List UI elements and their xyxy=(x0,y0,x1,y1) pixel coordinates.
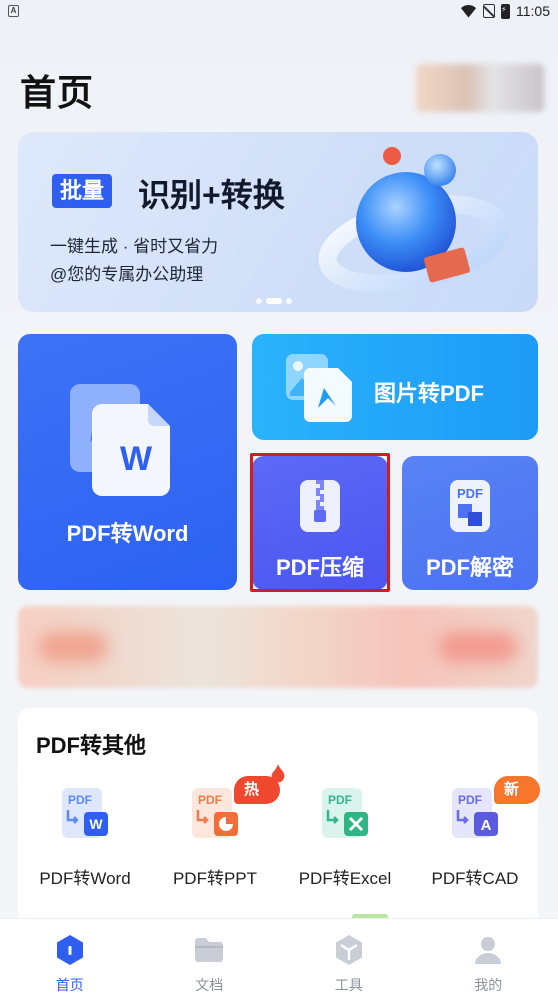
banner-subtitle-2: @您的专属办公助理 xyxy=(50,265,204,284)
pdf-to-excel-icon: PDF xyxy=(322,788,368,838)
tool-label: PDF转CAD xyxy=(431,869,519,888)
pdf-unlock-icon: PDF xyxy=(450,480,490,532)
pdf-icon-text: PDF xyxy=(68,793,92,807)
folder-icon xyxy=(195,938,224,962)
nav-item-home[interactable]: 首页 xyxy=(0,919,140,997)
pdf-word-document-icon: W xyxy=(70,384,170,496)
image-to-pdf-card[interactable]: 图片转PDF xyxy=(252,334,538,440)
pdf-compress-label: PDF压缩 xyxy=(275,555,364,580)
banner-tag: 批量 xyxy=(52,174,113,208)
status-time: 11:05 xyxy=(516,3,550,19)
nav-label-me: 我的 xyxy=(474,977,503,993)
tool-label: PDF转PPT xyxy=(172,869,258,888)
tool-label: PDF转Word xyxy=(39,869,131,888)
banner-pagination xyxy=(256,298,292,304)
new-badge: 新品 xyxy=(494,776,540,826)
pdf-convert-other-panel: PDF转其他 PDF W PDF转Word PDF 热门 PDF转PPT PDF… xyxy=(18,708,540,948)
home-hexagon-icon xyxy=(56,935,83,965)
nav-label-docs: 文档 xyxy=(195,977,224,993)
svg-text:W: W xyxy=(120,440,153,478)
wifi-icon xyxy=(460,5,477,18)
user-icon xyxy=(475,937,502,964)
pagination-dot[interactable] xyxy=(256,298,262,304)
pagination-dot-active[interactable] xyxy=(266,298,282,304)
section-title: PDF转其他 xyxy=(36,733,147,758)
sphere-illustration-icon xyxy=(318,147,510,293)
image-pdf-icon xyxy=(286,354,352,422)
tool-label: PDF转Excel xyxy=(298,869,392,888)
pdf-icon-text: PDF xyxy=(457,486,483,501)
nav-label-home: 首页 xyxy=(55,977,84,993)
tool-pdf-to-cad[interactable]: PDF A 新品 PDF转CAD xyxy=(410,776,540,900)
blurred-header-widget[interactable] xyxy=(416,64,544,112)
banner-title: 识别+转换 xyxy=(138,177,285,213)
tool-pdf-to-word[interactable]: PDF W PDF转Word xyxy=(20,780,150,900)
battery-charging-icon xyxy=(501,3,510,19)
pdf-to-ppt-icon: PDF xyxy=(192,788,238,838)
pdf-to-word-icon: PDF W xyxy=(62,788,108,838)
cube-icon xyxy=(335,935,362,965)
status-icons: 11:05 xyxy=(460,3,550,19)
pdf-compress-card[interactable]: PDF压缩 xyxy=(252,456,388,590)
pdf-icon-text: PDF xyxy=(198,793,222,807)
status-bar: A 11:05 xyxy=(0,0,558,24)
pdf-decrypt-card[interactable]: PDF PDF解密 xyxy=(402,456,538,590)
svg-text:A: A xyxy=(481,817,492,834)
pdf-to-word-card[interactable]: W PDF转Word xyxy=(18,334,237,590)
blurred-ad-banner[interactable] xyxy=(18,606,538,688)
pdf-to-cad-icon: PDF A xyxy=(452,788,498,838)
tool-pdf-to-excel[interactable]: PDF PDF转Excel xyxy=(280,780,410,900)
tool-pdf-to-ppt[interactable]: PDF 热门 PDF转PPT xyxy=(150,764,285,900)
nav-item-me[interactable]: 我的 xyxy=(419,919,558,997)
pdf-icon-text: PDF xyxy=(458,793,482,807)
nav-label-tools: 工具 xyxy=(334,977,363,993)
bottom-nav: 首页 文档 工具 我的 xyxy=(0,918,558,997)
sim-off-icon xyxy=(483,4,495,18)
image-to-pdf-label: 图片转PDF xyxy=(374,381,485,406)
nav-item-tools[interactable]: 工具 xyxy=(279,919,419,997)
banner-subtitle: 一键生成 · 省时又省力 xyxy=(50,237,219,256)
pagination-dot[interactable] xyxy=(286,298,292,304)
svg-text:W: W xyxy=(89,816,103,832)
app-notification-icon: A xyxy=(8,5,19,17)
pdf-icon-text: PDF xyxy=(328,793,352,807)
promo-banner[interactable]: 批量 识别+转换 一键生成 · 省时又省力 @您的专属办公助理 xyxy=(18,132,538,312)
pdf-to-word-label: PDF转Word xyxy=(66,521,189,546)
pdf-decrypt-label: PDF解密 xyxy=(425,555,514,580)
nav-item-docs[interactable]: 文档 xyxy=(140,919,280,997)
page-title: 首页 xyxy=(20,72,95,113)
zip-file-icon xyxy=(300,480,340,532)
